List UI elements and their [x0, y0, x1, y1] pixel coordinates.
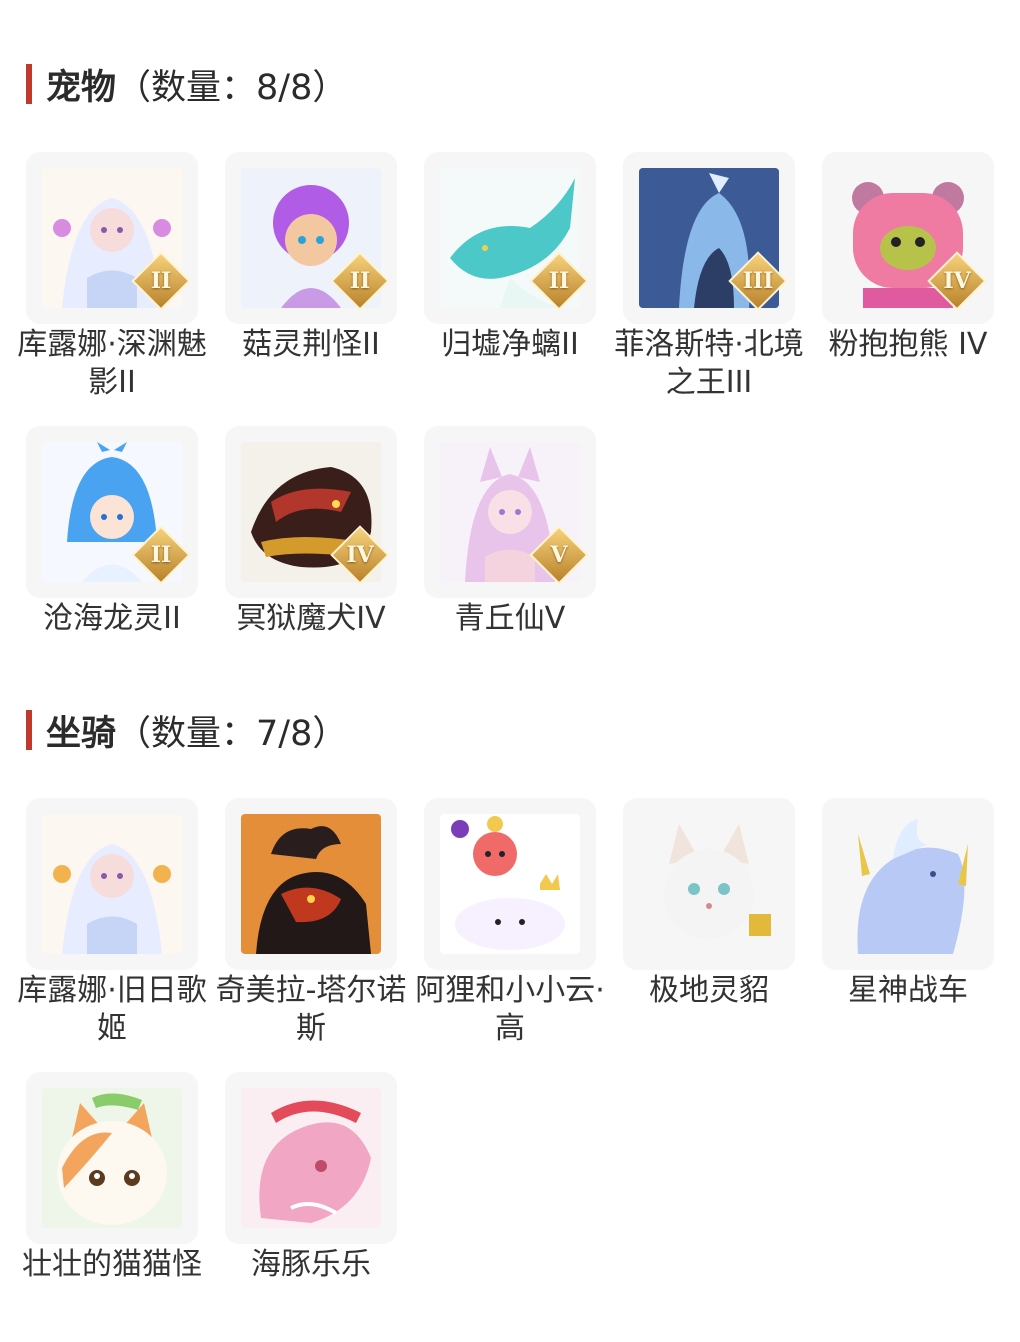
mount-card[interactable]: 阿狸和小小云·高	[415, 798, 605, 1048]
pet-card[interactable]: IV 冥狱魔犬IV	[225, 426, 397, 638]
item-name: 奇美拉-塔尔诺斯	[215, 973, 407, 1046]
rank-badge-label: II	[548, 268, 570, 294]
mount-card[interactable]: 极地灵貂	[623, 798, 795, 1010]
item-name: 沧海龙灵II	[43, 601, 181, 636]
section-title-text: 宠物	[46, 67, 117, 108]
item-name: 壮壮的猫猫怪	[22, 1247, 202, 1282]
rank-badge-label: IV	[943, 268, 971, 294]
mount-card[interactable]: 库露娜·旧日歌姬	[17, 798, 207, 1048]
item-name: 菇灵荆怪II	[242, 327, 380, 362]
item-name: 海豚乐乐	[251, 1247, 371, 1282]
rank-badge-label: III	[742, 268, 774, 294]
item-thumbnail[interactable]	[424, 798, 596, 970]
rank-badge-label: II	[150, 268, 172, 294]
pet-card[interactable]: II 归墟净螭II	[424, 152, 596, 364]
pet-card[interactable]: II 沧海龙灵II	[26, 426, 198, 638]
item-portrait-image	[42, 814, 182, 954]
item-name: 极地灵貂	[649, 973, 769, 1008]
item-name: 星神战车	[848, 973, 968, 1008]
pet-card[interactable]: III 菲洛斯特·北境之王III	[614, 152, 804, 402]
item-thumbnail[interactable]: II	[26, 152, 198, 324]
mount-card[interactable]: 壮壮的猫猫怪	[22, 1072, 202, 1284]
item-name: 阿狸和小小云·高	[415, 973, 605, 1046]
item-thumbnail[interactable]	[623, 798, 795, 970]
section-title-mounts: 坐骑 （数量：7/8）	[26, 708, 347, 754]
item-portrait-image	[639, 814, 779, 954]
rank-badge-label: IV	[346, 542, 374, 568]
rank-badge-label: II	[150, 542, 172, 568]
item-thumbnail[interactable]: II	[26, 426, 198, 598]
item-portrait-image	[838, 814, 978, 954]
section-accent-bar	[26, 64, 32, 104]
item-portrait-image	[440, 814, 580, 954]
item-thumbnail[interactable]: V	[424, 426, 596, 598]
section-accent-bar	[26, 710, 32, 750]
section-count: （数量：8/8）	[116, 67, 348, 108]
item-thumbnail[interactable]: IV	[225, 426, 397, 598]
item-thumbnail[interactable]	[225, 798, 397, 970]
pet-card[interactable]: IV 粉抱抱熊 IV	[822, 152, 994, 364]
item-thumbnail[interactable]	[225, 1072, 397, 1244]
rank-badge-label: V	[550, 542, 568, 568]
section-title-text: 坐骑	[46, 713, 117, 754]
item-name: 归墟净螭II	[441, 327, 579, 362]
item-portrait-image	[42, 1088, 182, 1228]
item-thumbnail[interactable]	[26, 798, 198, 970]
item-thumbnail[interactable]	[26, 1072, 198, 1244]
pet-card[interactable]: II 菇灵荆怪II	[225, 152, 397, 364]
section-title-pets: 宠物 （数量：8/8）	[26, 62, 347, 108]
mount-card[interactable]: 海豚乐乐	[225, 1072, 397, 1284]
item-name: 库露娜·深渊魅影II	[17, 327, 207, 400]
rank-badge-label: II	[349, 268, 371, 294]
item-portrait-image	[241, 1088, 381, 1228]
item-name: 粉抱抱熊 IV	[828, 327, 988, 362]
mount-card[interactable]: 奇美拉-塔尔诺斯	[216, 798, 406, 1048]
item-portrait-image	[241, 814, 381, 954]
mount-card[interactable]: 星神战车	[822, 798, 994, 1010]
item-name: 库露娜·旧日歌姬	[17, 973, 207, 1046]
item-thumbnail[interactable]: II	[424, 152, 596, 324]
section-count: （数量：7/8）	[116, 713, 348, 754]
item-thumbnail[interactable]: III	[623, 152, 795, 324]
item-name: 青丘仙V	[454, 601, 566, 636]
item-thumbnail[interactable]: II	[225, 152, 397, 324]
pet-card[interactable]: II 库露娜·深渊魅影II	[17, 152, 207, 402]
item-name: 菲洛斯特·北境之王III	[614, 327, 804, 400]
item-thumbnail[interactable]	[822, 798, 994, 970]
item-name: 冥狱魔犬IV	[236, 601, 386, 636]
pet-card[interactable]: V 青丘仙V	[424, 426, 596, 638]
item-thumbnail[interactable]: IV	[822, 152, 994, 324]
